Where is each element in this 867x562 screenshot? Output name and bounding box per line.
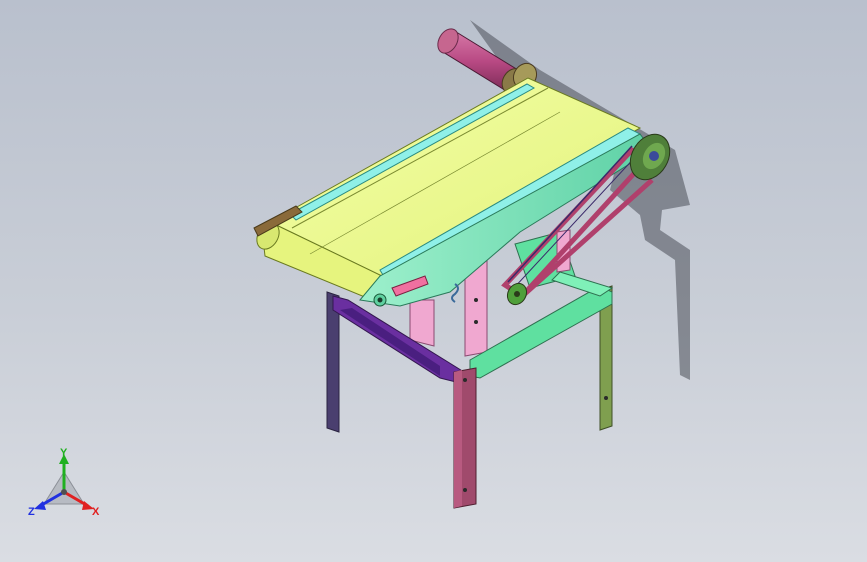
crossbar-green[interactable] bbox=[469, 271, 614, 379]
x-axis-label: X bbox=[92, 506, 100, 518]
axis-triad-icon: Y X Z bbox=[28, 447, 100, 518]
leg-front[interactable] bbox=[453, 367, 477, 509]
view-triad[interactable]: Y X Z bbox=[22, 446, 112, 526]
y-axis-label: Y bbox=[60, 447, 68, 459]
graphics-viewport[interactable]: Y X Z bbox=[0, 0, 867, 562]
conveyor-model[interactable] bbox=[0, 0, 867, 562]
z-axis-label: Z bbox=[28, 506, 35, 518]
crossbar-purple[interactable] bbox=[332, 295, 465, 385]
